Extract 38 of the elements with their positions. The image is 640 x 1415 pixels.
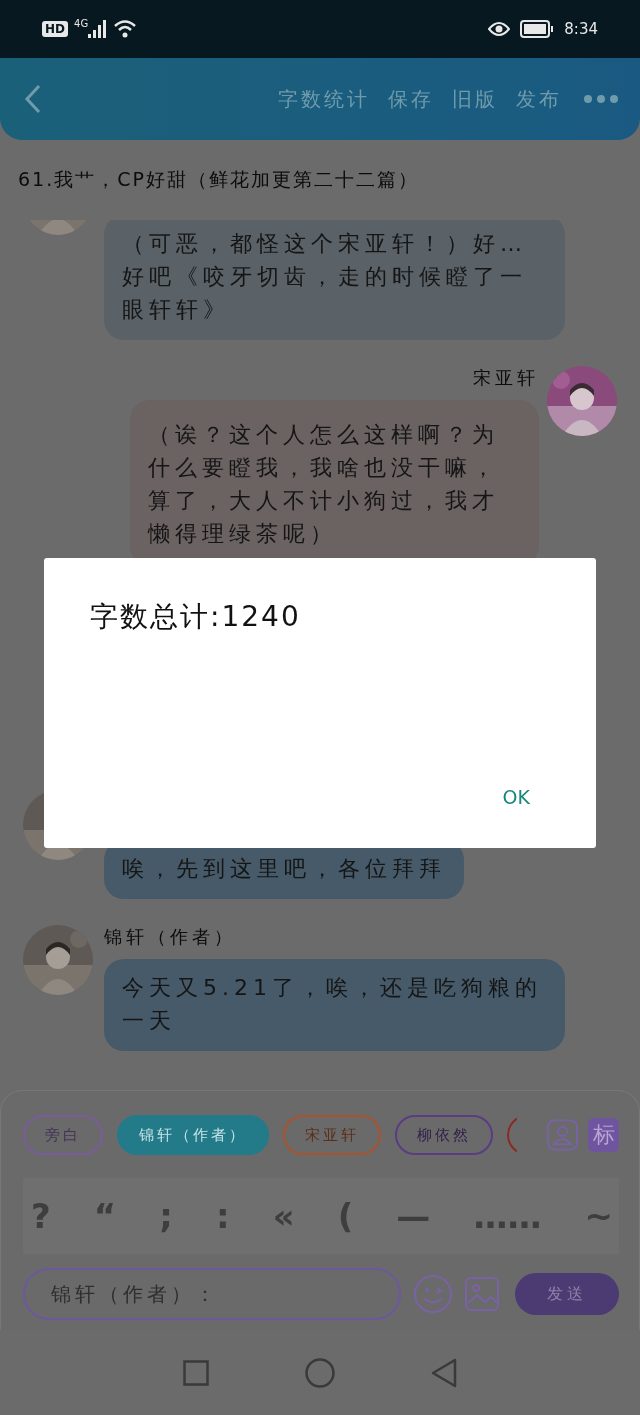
home-icon[interactable] — [305, 1357, 335, 1388]
role-chip[interactable]: 柳依然 — [395, 1115, 493, 1155]
dialog-message: 字数总计:1240 — [90, 599, 301, 635]
send-button[interactable]: 发送 — [515, 1273, 619, 1315]
toolbar-action[interactable]: 字数统计 — [278, 85, 370, 113]
punctuation-key[interactable]: …… — [471, 1196, 544, 1236]
more-icon[interactable] — [584, 95, 618, 103]
punctuation-key[interactable]: ~ — [582, 1196, 615, 1236]
wifi-icon — [114, 20, 137, 38]
punctuation-key[interactable]: ? — [29, 1196, 53, 1236]
back-icon[interactable] — [24, 84, 42, 114]
eye-icon — [488, 21, 511, 37]
input-field[interactable]: 锦轩（作者）： — [23, 1268, 401, 1320]
speaker-name: 锦轩（作者） — [104, 925, 237, 949]
toolbar-action[interactable]: 发布 — [516, 85, 562, 113]
signal-icon — [88, 20, 109, 38]
toolbar-action[interactable]: 保存 — [388, 85, 434, 113]
punctuation-key[interactable]: : — [213, 1196, 232, 1236]
ok-button[interactable]: OK — [502, 786, 530, 808]
punctuation-key[interactable]: ; — [157, 1196, 175, 1236]
punctuation-key[interactable]: — — [394, 1196, 433, 1236]
message-bubble: （可恶，都怪这个宋亚轩！）好…好吧《咬牙切齿，走的时候瞪了一眼轩轩》 — [104, 220, 565, 340]
punctuation-key[interactable]: « — [270, 1196, 297, 1236]
back-nav-icon[interactable] — [431, 1357, 457, 1388]
mark-button[interactable]: 标 — [588, 1118, 619, 1152]
clock-time: 8:34 — [564, 20, 598, 38]
punctuation-key[interactable]: ( — [335, 1196, 356, 1236]
message-bubble: 今天又5.21了，唉，还是吃狗粮的一天 — [104, 959, 565, 1051]
speaker-name: 宋亚轩 — [473, 366, 539, 390]
role-chip[interactable]: 宋亚轩 — [283, 1115, 381, 1155]
hd-badge: HD — [42, 21, 68, 37]
role-chip[interactable]: 锦轩（作者） — [117, 1115, 269, 1155]
recents-icon[interactable] — [183, 1359, 209, 1386]
network-label: 4G — [74, 18, 89, 29]
chapter-title: 61.我艹，CP好甜（鲜花加更第二十二篇） — [18, 167, 419, 192]
battery-icon — [520, 20, 555, 38]
toolbar-action[interactable]: 旧版 — [452, 85, 498, 113]
punctuation-key[interactable]: “ — [91, 1196, 119, 1236]
